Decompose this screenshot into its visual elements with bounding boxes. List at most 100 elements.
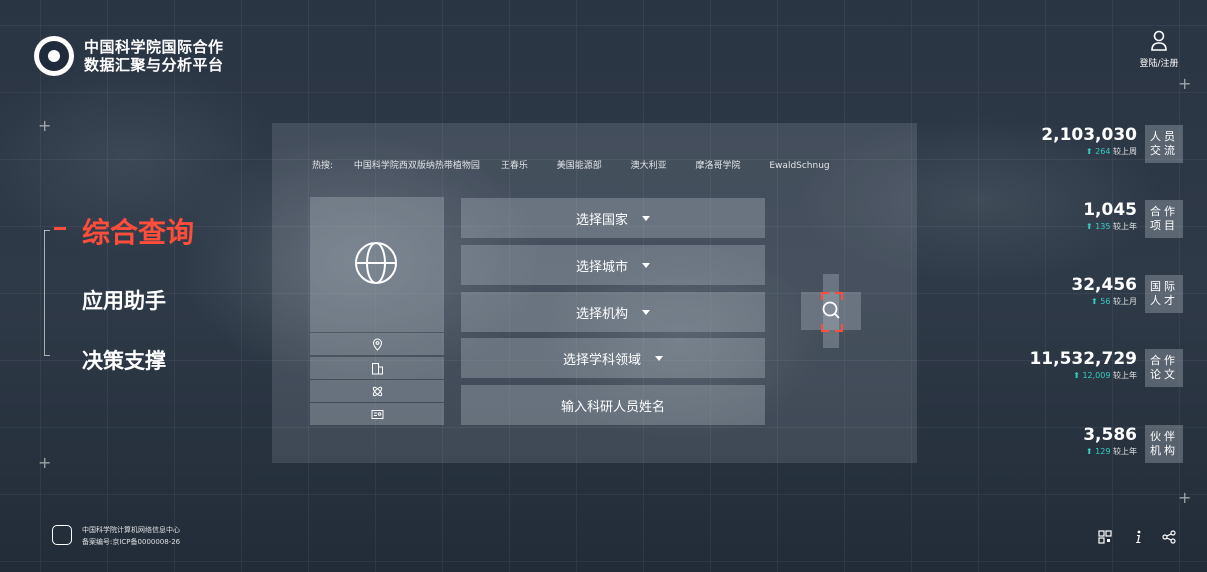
title-line-1: 中国科学院国际合作 xyxy=(84,38,224,56)
cnic-logo xyxy=(52,525,72,545)
stat-delta: ⬆ 12,009 较上年 xyxy=(1073,370,1137,381)
title-line-2: 数据汇聚与分析平台 xyxy=(84,56,224,74)
stat-value: 2,103,030 xyxy=(1041,125,1137,145)
stat-tag-line1: 合作 xyxy=(1150,354,1178,367)
plus-marker: + xyxy=(38,116,52,135)
plus-marker: + xyxy=(1178,488,1192,507)
stat-partner-institutions[interactable]: 3,586 ⬆ 129 较上年 伙伴 机构 xyxy=(963,425,1183,463)
search-by-discipline[interactable] xyxy=(310,380,444,402)
footer-icp: 备案编号:京ICP备0000008-26 xyxy=(82,538,181,546)
hot-search-term[interactable]: 中国科学院西双版纳热带植物园 xyxy=(354,161,480,171)
chevron-down-icon xyxy=(642,262,650,268)
stat-tag-line2: 机构 xyxy=(1150,444,1178,457)
stat-delta: ⬆ 264 较上周 xyxy=(1086,146,1137,157)
researcher-name-placeholder: 输入科研人员姓名 xyxy=(560,399,665,415)
stat-value: 32,456 xyxy=(1071,275,1137,295)
hot-search-term[interactable]: 摩洛哥学院 xyxy=(695,161,740,171)
chevron-down-icon xyxy=(655,355,663,361)
stat-period: 较上周 xyxy=(1113,147,1137,156)
stat-tag-line1: 伙伴 xyxy=(1150,430,1178,443)
stat-delta-value: 56 xyxy=(1100,297,1111,306)
globe-icon xyxy=(355,242,397,284)
stat-tag-line1: 国际 xyxy=(1150,280,1178,293)
stat-tag-line2: 人才 xyxy=(1150,294,1178,307)
discipline-select-label: 选择学科领域 xyxy=(562,352,641,368)
hot-search-bar: 热搜: 中国科学院西双版纳热带植物园 王春乐 美国能源部 澳大利亚 摩洛哥学院 … xyxy=(312,158,848,171)
cas-logo[interactable] xyxy=(34,36,74,76)
user-icon xyxy=(1151,30,1167,51)
search-button[interactable] xyxy=(801,274,861,348)
stat-delta-value: 12,009 xyxy=(1082,371,1111,380)
qr-code-icon[interactable] xyxy=(1097,529,1113,545)
chevron-down-icon xyxy=(642,309,650,315)
stat-tag-line2: 论文 xyxy=(1150,368,1178,381)
stat-delta: ⬆ 129 较上年 xyxy=(1086,446,1137,457)
city-select-label: 选择城市 xyxy=(575,259,628,275)
nav-active-indicator xyxy=(54,227,66,230)
up-arrow-icon: ⬆ xyxy=(1073,371,1080,380)
up-arrow-icon: ⬆ xyxy=(1085,147,1093,156)
hot-search-label: 热搜: xyxy=(312,161,334,171)
chevron-down-icon xyxy=(642,215,650,221)
stat-delta: ⬆ 56 较上月 xyxy=(1091,296,1137,307)
nav-tick xyxy=(44,355,50,356)
stat-delta-value: 135 xyxy=(1095,222,1111,231)
stat-cooperation-papers[interactable]: 11,532,729 ⬆ 12,009 较上年 合作 论文 xyxy=(963,349,1183,387)
stat-cooperation-projects[interactable]: 1,045 ⬆ 135 较上年 合作 项目 xyxy=(963,200,1183,238)
id-card-icon xyxy=(371,409,383,419)
hot-search-term[interactable]: 王春乐 xyxy=(501,161,528,171)
footer-info: 中国科学院计算机网络信息中心 备案编号:京ICP备0000008-26 xyxy=(82,524,180,548)
researcher-name-input[interactable]: 输入科研人员姓名 xyxy=(461,385,765,425)
location-icon xyxy=(372,337,382,351)
atom-icon xyxy=(372,386,382,396)
stat-period: 较上年 xyxy=(1113,222,1137,231)
up-arrow-icon: ⬆ xyxy=(1091,297,1098,306)
discipline-select[interactable]: 选择学科领域 xyxy=(461,338,765,378)
stat-value: 1,045 xyxy=(1083,200,1137,220)
platform-title: 中国科学院国际合作 数据汇聚与分析平台 xyxy=(84,38,224,74)
plus-marker: + xyxy=(38,453,52,472)
stat-tag-line2: 交流 xyxy=(1150,144,1178,157)
share-icon[interactable] xyxy=(1161,529,1177,545)
stat-tag: 人员 交流 xyxy=(1145,125,1183,163)
stat-tag-line1: 合作 xyxy=(1150,205,1178,218)
stat-delta: ⬆ 135 较上年 xyxy=(1086,221,1137,232)
stat-tag-line2: 项目 xyxy=(1150,219,1178,232)
stat-tag: 合作 论文 xyxy=(1145,349,1183,387)
stat-value: 3,586 xyxy=(1083,425,1137,445)
stat-period: 较上年 xyxy=(1113,371,1137,380)
search-by-institution[interactable] xyxy=(310,357,444,379)
hot-search-term[interactable]: 美国能源部 xyxy=(557,161,602,171)
city-select[interactable]: 选择城市 xyxy=(461,245,765,285)
up-arrow-icon: ⬆ xyxy=(1085,222,1093,231)
stat-personnel-exchange[interactable]: 2,103,030 ⬆ 264 较上周 人员 交流 xyxy=(963,125,1183,163)
footer-org: 中国科学院计算机网络信息中心 xyxy=(82,526,180,534)
nav-rail xyxy=(44,230,45,355)
institution-select[interactable]: 选择机构 xyxy=(461,292,765,332)
country-select-label: 选择国家 xyxy=(575,212,628,228)
nav-item-comprehensive-query[interactable]: 综合查询 xyxy=(82,211,194,251)
nav-tick xyxy=(44,230,50,231)
plus-marker: + xyxy=(1178,74,1192,93)
search-by-person[interactable] xyxy=(310,403,444,425)
info-icon[interactable] xyxy=(1130,529,1146,545)
stat-tag: 合作 项目 xyxy=(1145,200,1183,238)
hot-search-term[interactable]: EwaldSchnug xyxy=(769,161,829,171)
nav-item-app-assistant[interactable]: 应用助手 xyxy=(82,285,166,315)
up-arrow-icon: ⬆ xyxy=(1085,447,1093,456)
stat-tag: 伙伴 机构 xyxy=(1145,425,1183,463)
stat-period: 较上月 xyxy=(1113,297,1137,306)
search-by-location[interactable] xyxy=(310,333,444,355)
stat-international-talent[interactable]: 32,456 ⬆ 56 较上月 国际 人才 xyxy=(963,275,1183,313)
country-select[interactable]: 选择国家 xyxy=(461,198,765,238)
stat-tag-line1: 人员 xyxy=(1150,130,1178,143)
hot-search-term[interactable]: 澳大利亚 xyxy=(631,161,667,171)
nav-item-decision-support[interactable]: 决策支撑 xyxy=(82,345,166,375)
stat-delta-value: 264 xyxy=(1095,147,1111,156)
login-register-button[interactable]: 登陆/注册 xyxy=(1134,30,1184,69)
stat-value: 11,532,729 xyxy=(1029,349,1137,369)
building-icon xyxy=(371,362,383,374)
stat-delta-value: 129 xyxy=(1095,447,1111,456)
stat-tag: 国际 人才 xyxy=(1145,275,1183,313)
stat-period: 较上年 xyxy=(1113,447,1137,456)
